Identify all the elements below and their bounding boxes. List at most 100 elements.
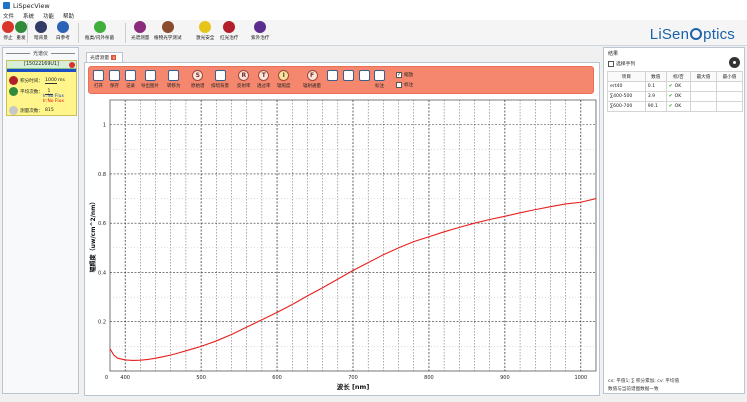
table-row[interactable]: ∑400-500 3.9 ✔ OK [607,91,744,102]
data-point [162,356,164,358]
y-tick-label: 0.2 [98,320,106,326]
chart-check-0[interactable]: ✓ 缩放 [396,72,413,78]
spectrum-chart[interactable]: 400 500 600 700 800 900 1000 0 0.2 0.4 0.6 0.8 1 波长 [… [86,94,598,394]
table-row[interactable]: ert40 0.1 ✔ OK [607,81,744,92]
x-axis-label: 波长 [nm] [337,382,370,391]
toolbar-button-7[interactable]: 激光安全 [196,21,214,41]
chart-tool-4[interactable]: 转移为 [167,70,181,89]
integration-time-input[interactable]: 1000 [44,78,57,84]
red-light-therapy-icon [223,21,236,33]
data-point [322,287,324,289]
chart-tool-14[interactable]: 标注 [374,70,385,89]
chart-toolbar: 打开 保存 记录 导出图片 转移为 S 原始谱 扣暗背景 R 反射率 T 透过率 I 辐照度 F 辐射通量 标注… [88,66,594,94]
chart-check-1[interactable]: 标注 [396,82,413,88]
irradiance-icon: I [278,70,290,81]
zoom-box-icon [359,70,370,81]
main-toolbar: LiSen ptics 停止 重发 暗背景 白参考 瓶类/闪外杀菌 光谱测量 植物光学测试 激光… [0,20,747,46]
toolbar-button-6[interactable]: 植物光学测试 [154,21,182,41]
chart-tool-12[interactable] [343,70,354,83]
chart-tool-8[interactable]: T 透过率 [257,70,271,89]
manual-select-checkbox[interactable]: 选择手列 [608,60,635,67]
toolbar-button-9[interactable]: 紫外治疗 [251,21,269,41]
data-point [193,348,194,349]
x-tick-label: 600 [272,375,282,381]
x-tick-label: 800 [424,375,434,381]
menu-file[interactable]: 文件 [3,12,14,20]
chart-tool-9[interactable]: I 辐照度 [277,70,291,89]
checkbox-empty-icon[interactable] [396,82,402,88]
save-icon [109,70,120,81]
data-point [474,222,475,224]
stop-icon [2,21,14,33]
chart-tool-3[interactable]: 导出图片 [141,70,159,89]
menu-function[interactable]: 功能 [43,12,54,20]
brand-logo: LiSen ptics [649,26,735,43]
data-point [109,348,111,350]
chart-tool-1[interactable]: 保存 [109,70,120,89]
checkbox-checked-icon[interactable]: ✓ [396,72,402,78]
device-card[interactable]: [15022169U1] 积分时间： 1000 ms 平均次数： 1 Ir:No… [6,60,77,116]
chart-tool-6[interactable]: 扣暗背景 [211,70,229,89]
toolbar-button-3[interactable]: 白参考 [56,21,70,41]
data-point [117,357,118,359]
table-row[interactable]: ∑600-700 90.1 ✔ OK [607,101,744,112]
menu-help[interactable]: 帮助 [63,12,74,20]
data-point [147,359,149,360]
x-tick-label: 400 [120,375,130,381]
resend-icon [15,21,27,33]
tab-spectrum[interactable]: 光谱测量 x [86,52,123,62]
chart-tool-7[interactable]: R 反射率 [237,70,251,89]
measure-count-row: 测量次数： 815 [9,106,54,115]
data-point [382,254,384,256]
white-reference-icon [56,21,69,33]
check-ok-icon: ✔ [668,84,673,89]
data-point [132,360,134,361]
toolbar-button-8[interactable]: 红光治疗 [220,21,238,41]
app-window: LiSpecView 文件 系统 功能 帮助 LiSen ptics 停止 重发 暗背… [0,0,747,402]
toolbar-button-4[interactable]: 瓶类/闪外杀菌 [85,21,114,41]
radiant-flux-icon: F [306,70,318,81]
average-count-icon [9,87,18,96]
chart-tool-10[interactable]: F 辐射通量 [303,70,321,89]
col-min: 最小值 [715,71,744,82]
toolbar-button-0[interactable]: 停止 [2,21,14,41]
x-tick-label: 500 [196,375,206,381]
data-point [398,247,399,249]
results-panel: 结果 选择手列 项目 数值 标/否 最大值 最小值 ert400.1 ✔OK [603,47,745,394]
toolbar-button-5[interactable]: 光谱测量 [131,21,149,41]
data-point [534,209,536,211]
data-point [413,241,415,243]
y-axis-label: 辐照度（uw/cm^2/nm） [89,199,97,273]
chart-tool-13[interactable] [359,70,370,83]
menu-bar: 文件 系统 功能 帮助 [0,11,747,20]
col-status: 标/否 [665,71,691,82]
menu-system[interactable]: 系统 [23,12,34,20]
device-id: [15022169U1] [24,62,59,67]
data-point [170,354,172,356]
plant-light-icon [161,21,174,33]
data-point [504,215,506,217]
chart-tool-0[interactable]: 打开 [93,70,104,89]
device-id-header: [15022169U1] [7,61,76,69]
export-image-icon [144,70,156,81]
toolbar-button-2[interactable]: 暗背景 [34,21,48,41]
data-point [246,326,248,328]
chart-tool-5[interactable]: S 原始谱 [191,70,205,89]
check-ok-icon: ✔ [668,94,673,99]
settings-gear-icon[interactable] [729,57,740,68]
close-tab-icon[interactable]: x [111,55,117,60]
data-point [113,354,115,356]
toolbar-button-1[interactable]: 重发 [15,21,27,41]
data-point [580,201,582,203]
x-tick-label: 1000 [574,375,587,381]
chart-tool-11[interactable] [327,70,338,83]
y-tick-label: 0.8 [98,172,106,178]
remove-device-icon[interactable] [69,62,75,68]
data-point [215,340,217,342]
dark-background-icon [34,21,47,33]
chart-tool-2[interactable]: 记录 [125,70,136,89]
device-panel: 光谱仪 [15022169U1] 积分时间： 1000 ms 平均次数： 1 I… [2,47,79,394]
y-tick-label: 0.4 [98,270,106,276]
manual-select-box[interactable] [608,60,614,67]
plot-area[interactable] [109,99,597,372]
